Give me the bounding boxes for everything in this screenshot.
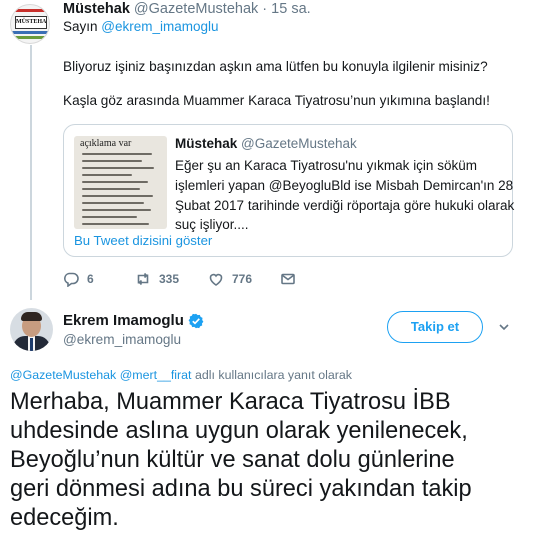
reply-button[interactable]: 6: [63, 271, 94, 287]
show-thread-link[interactable]: Bu Tweet dizisini göster: [74, 233, 212, 248]
tweet-text-line: edeceğim.: [10, 505, 119, 531]
reply-icon: [64, 272, 79, 287]
avatar[interactable]: [10, 308, 53, 351]
display-name[interactable]: Müstehak: [63, 1, 130, 17]
reply-count: 6: [87, 272, 94, 286]
tweet-text-line: uhdesinde aslına uygun olarak yenilenece…: [10, 418, 468, 444]
quoted-handle[interactable]: @GazeteMustehak: [241, 136, 357, 151]
timestamp[interactable]: 15 sa.: [271, 1, 311, 17]
reply-context-suffix: adlı kullanıcılara yanıt olarak: [194, 368, 352, 382]
quoted-text-line: işlemleri yapan @BeyogluBld ise Misbah D…: [175, 177, 514, 193]
thumbnail-caption: açıklama var: [80, 138, 132, 149]
direct-message-button[interactable]: [280, 271, 296, 287]
tweet-text-line: geri dönmesi adına bu süreci yakından ta…: [10, 476, 472, 502]
retweet-count: 335: [159, 272, 180, 286]
like-button[interactable]: 776: [208, 271, 252, 287]
display-name-row: Ekrem Imamoglu: [63, 312, 204, 329]
tweet-text: Merhaba, Muammer Karaca Tiyatrosu İBB uh…: [10, 388, 525, 533]
caret-down-icon[interactable]: [497, 320, 511, 334]
quoted-tweet-image[interactable]: açıklama var: [74, 136, 167, 229]
quoted-tweet-text: Eğer şu an Karaca Tiyatrosu'nu yıkmak iç…: [175, 156, 515, 235]
quoted-text-line: suç işliyor....: [175, 217, 249, 233]
tweet-text-line: Bliyoruz işiniz başınızdan aşkın ama lüt…: [63, 59, 488, 74]
avatar[interactable]: MÜSTEHAK: [10, 4, 50, 44]
like-icon: [209, 273, 223, 286]
display-name[interactable]: Ekrem Imamoglu: [63, 312, 184, 329]
reply-context: @GazeteMustehak @mert__firat adlı kullan…: [10, 368, 352, 382]
quoted-tweet-header: Müstehak @GazeteMustehak: [175, 136, 357, 151]
dm-icon: [281, 273, 295, 285]
reply-line: Sayın @ekrem_imamoglu: [63, 19, 219, 34]
separator: ·: [262, 1, 268, 17]
follow-button[interactable]: Takip et: [387, 311, 483, 343]
reply-prefix: Sayın: [63, 19, 98, 34]
quoted-text-line: Şubat 2017 tarihinde verdiği röportaja g…: [175, 197, 515, 213]
retweet-button[interactable]: 335: [135, 271, 179, 287]
verified-icon: [188, 313, 204, 328]
handle[interactable]: @GazeteMustehak: [134, 1, 258, 17]
retweet-icon: [137, 272, 149, 286]
avatar-logo-text: MÜSTEHAK: [15, 16, 47, 29]
tweet-header: Müstehak @GazeteMustehak · 15 sa.: [63, 0, 311, 18]
mention-link[interactable]: @GazeteMustehak: [10, 368, 116, 382]
quoted-display-name[interactable]: Müstehak: [175, 136, 237, 151]
like-count: 776: [232, 272, 253, 286]
handle[interactable]: @ekrem_imamoglu: [63, 332, 181, 347]
quoted-tweet-card[interactable]: açıklama var Müstehak @GazeteMustehak Eğ…: [63, 124, 515, 257]
tweet-text-line: Merhaba, Muammer Karaca Tiyatrosu İBB: [10, 389, 451, 415]
tweet-text-line: Kaşla göz arasında Muammer Karaca Tiyatr…: [63, 93, 490, 108]
tweet-text-line: Beyoğlu’nun kültür ve sanat dolu günleri…: [10, 447, 455, 473]
mention-link[interactable]: @ekrem_imamoglu: [101, 19, 218, 34]
mention-link[interactable]: @mert__firat: [120, 368, 192, 382]
quoted-text-line: Eğer şu an Karaca Tiyatrosu'nu yıkmak iç…: [175, 158, 477, 173]
thread-connector-line: [30, 45, 32, 300]
